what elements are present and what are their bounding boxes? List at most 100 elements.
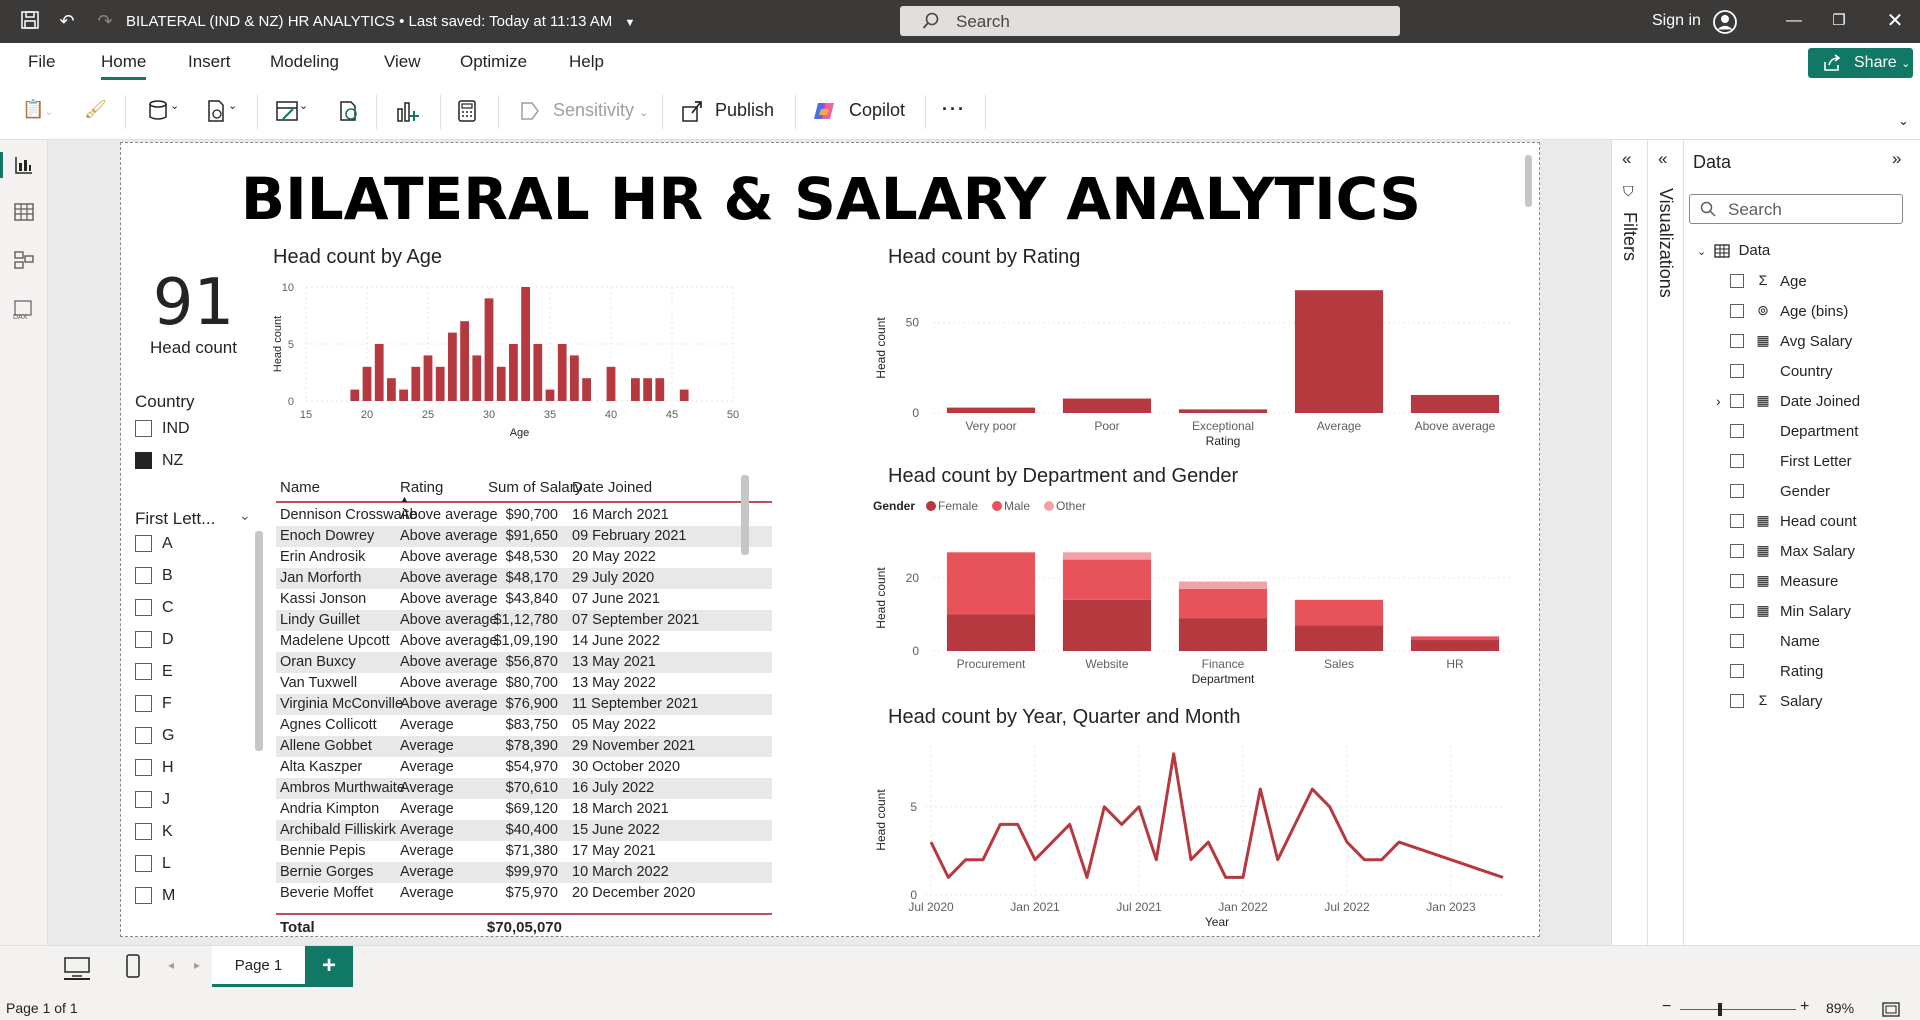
filters-label[interactable]: Filters — [1619, 212, 1640, 261]
chevron-down-icon[interactable]: ▼ — [624, 17, 635, 29]
model-view-icon[interactable] — [14, 250, 34, 270]
checkbox[interactable] — [135, 695, 152, 713]
head-count-by-rating-chart[interactable]: 0 50 Very poor Poor Exceptional Average Above … — [873, 273, 1523, 448]
head-count-by-year-chart[interactable]: 05Jul 2020 Jan 2021 Jul 2021 Jan 2022 Jul 20… — [873, 733, 1523, 933]
field-date-joined[interactable]: › ▦ Date Joined — [1684, 391, 1920, 415]
expand-icon[interactable]: › — [1716, 393, 1721, 409]
sensitivity-button[interactable]: Sensitivity ⌄ — [518, 99, 648, 123]
field-age[interactable]: Σ Age — [1684, 271, 1920, 295]
checkbox[interactable] — [135, 631, 152, 649]
slicer-item-letter-a[interactable]: A — [135, 535, 173, 553]
more-options-icon[interactable]: ··· — [942, 99, 966, 120]
recent-sources-icon[interactable]: ⌄ — [204, 99, 237, 128]
menu-file[interactable]: File — [28, 52, 55, 72]
table-row[interactable]: Andria Kimpton Average $69,120 18 March 202… — [276, 799, 772, 820]
desktop-layout-icon[interactable] — [64, 957, 90, 977]
field-min-salary[interactable]: ▦ Min Salary — [1684, 601, 1920, 625]
zoom-in-icon[interactable]: + — [1800, 998, 1809, 1016]
kpi-card[interactable]: 91 Head count — [121, 268, 266, 358]
head-count-by-age-chart[interactable]: 0 5 10 15 20 25 30 35 40 45 50 Age Head count — [261, 273, 751, 453]
zoom-slider-thumb[interactable] — [1718, 1003, 1722, 1016]
checkbox[interactable] — [1730, 394, 1744, 408]
fit-to-page-icon[interactable] — [1882, 1002, 1900, 1017]
collapse-ribbon-icon[interactable]: ⌄ — [1898, 113, 1909, 129]
slicer-item-letter-e[interactable]: E — [135, 663, 173, 681]
page-scrollbar[interactable] — [1525, 155, 1532, 207]
field-max-salary[interactable]: ▦ Max Salary — [1684, 541, 1920, 565]
table-row[interactable]: Van Tuxwell Above average $80,700 13 May 20… — [276, 673, 772, 694]
new-visual-icon[interactable] — [395, 99, 421, 128]
head-count-by-department-gender-chart[interactable]: Gender Female Male Other 0 20 Procurement Websi… — [873, 493, 1523, 693]
slicer-item-nz[interactable]: NZ — [135, 452, 183, 470]
checkbox[interactable] — [135, 535, 152, 553]
visualizations-pane-collapsed[interactable]: « Visualizations — [1648, 140, 1684, 945]
field-country[interactable]: Country — [1684, 361, 1920, 385]
checkbox[interactable] — [135, 599, 152, 617]
field-rating[interactable]: Rating — [1684, 661, 1920, 685]
table-row[interactable]: Erin Androsik Above average $48,530 20 May … — [276, 547, 772, 568]
table-row[interactable]: Bennie Pepis Average $71,380 17 May 2021 — [276, 841, 772, 862]
publish-button[interactable]: Publish — [680, 99, 774, 123]
table-node-data[interactable]: ⌄ Data — [1697, 242, 1770, 259]
checkbox[interactable] — [135, 567, 152, 585]
zoom-out-icon[interactable]: − — [1662, 998, 1671, 1016]
menu-home[interactable]: Home — [101, 52, 147, 80]
checkbox[interactable] — [1730, 574, 1744, 588]
field-avg-salary[interactable]: ▦ Avg Salary — [1684, 331, 1920, 355]
table-row[interactable]: Dennison Crosswaite Above average $90,700 1… — [276, 505, 772, 526]
table-row[interactable]: Beverie Moffet Average $75,970 20 December … — [276, 883, 772, 904]
checkbox[interactable] — [135, 759, 152, 777]
menu-optimize[interactable]: Optimize — [460, 52, 527, 72]
checkbox[interactable] — [1730, 424, 1744, 438]
checkbox[interactable] — [1730, 604, 1744, 618]
visualizations-label[interactable]: Visualizations — [1655, 188, 1676, 298]
paste-icon[interactable]: 📋⌄ — [22, 99, 54, 120]
document-title[interactable]: BILATERAL (IND & NZ) HR ANALYTICS • Last… — [126, 13, 635, 30]
table-row[interactable]: Madelene Upcott Above average $1,09,190 14 … — [276, 631, 772, 652]
chevron-down-icon[interactable]: ⌄ — [1697, 246, 1706, 258]
undo-icon[interactable]: ↶ — [56, 10, 78, 32]
slicer-scrollbar[interactable] — [255, 531, 263, 751]
table-row[interactable]: Ambros Murthwaite Average $70,610 16 July 2… — [276, 778, 772, 799]
sign-in-link[interactable]: Sign in — [1652, 12, 1701, 30]
save-icon[interactable] — [19, 10, 41, 32]
checkbox[interactable] — [135, 823, 152, 841]
col-header-name[interactable]: Name — [280, 479, 320, 496]
menu-modeling[interactable]: Modeling — [270, 52, 339, 72]
field-department[interactable]: Department — [1684, 421, 1920, 445]
slicer-item-letter-h[interactable]: H — [135, 759, 174, 777]
checkbox[interactable] — [135, 791, 152, 809]
minimize-icon[interactable]: — — [1783, 10, 1805, 32]
report-view-icon[interactable] — [14, 155, 34, 175]
new-measure-icon[interactable] — [457, 99, 477, 128]
checkbox[interactable] — [1730, 484, 1744, 498]
table-row[interactable]: Jan Morforth Above average $48,170 29 July … — [276, 568, 772, 589]
close-icon[interactable]: ✕ — [1884, 10, 1906, 32]
col-header-salary[interactable]: Sum of Salary — [488, 479, 582, 496]
table-row[interactable]: Kassi Jonson Above average $43,840 07 June … — [276, 589, 772, 610]
slicer-item-letter-b[interactable]: B — [135, 567, 173, 585]
checkbox[interactable] — [135, 420, 152, 438]
mobile-layout-icon[interactable] — [126, 954, 140, 978]
table-row[interactable]: Allene Gobbet Average $78,390 29 November 2… — [276, 736, 772, 757]
checkbox[interactable] — [1730, 364, 1744, 378]
copilot-button[interactable]: Copilot — [812, 99, 905, 123]
field-name[interactable]: Name — [1684, 631, 1920, 655]
table-row[interactable]: Agnes Collicott Average $83,750 05 May 2022 — [276, 715, 772, 736]
table-row[interactable]: Oran Buxcy Above average $56,870 13 May 202… — [276, 652, 772, 673]
zoom-slider[interactable] — [1680, 1009, 1796, 1010]
field-gender[interactable]: Gender — [1684, 481, 1920, 505]
field-head-count[interactable]: ▦ Head count — [1684, 511, 1920, 535]
dax-query-icon[interactable]: DAX — [12, 300, 36, 320]
checkbox[interactable] — [135, 727, 152, 745]
format-painter-icon[interactable]: 🖌 — [84, 99, 107, 120]
table-row[interactable]: Virginia McConville Above average $76,900 1… — [276, 694, 772, 715]
field-first-letter[interactable]: First Letter — [1684, 451, 1920, 475]
checkbox[interactable] — [1730, 634, 1744, 648]
transform-data-icon[interactable]: ⌄ — [275, 99, 308, 128]
expand-visualizations-icon[interactable]: « — [1658, 149, 1667, 169]
table-row[interactable]: Enoch Dowrey Above average $91,650 09 Febru… — [276, 526, 772, 547]
slicer-item-letter-j[interactable]: J — [135, 791, 170, 809]
slicer-item-letter-f[interactable]: F — [135, 695, 172, 713]
col-header-date-joined[interactable]: Date Joined — [572, 479, 652, 496]
